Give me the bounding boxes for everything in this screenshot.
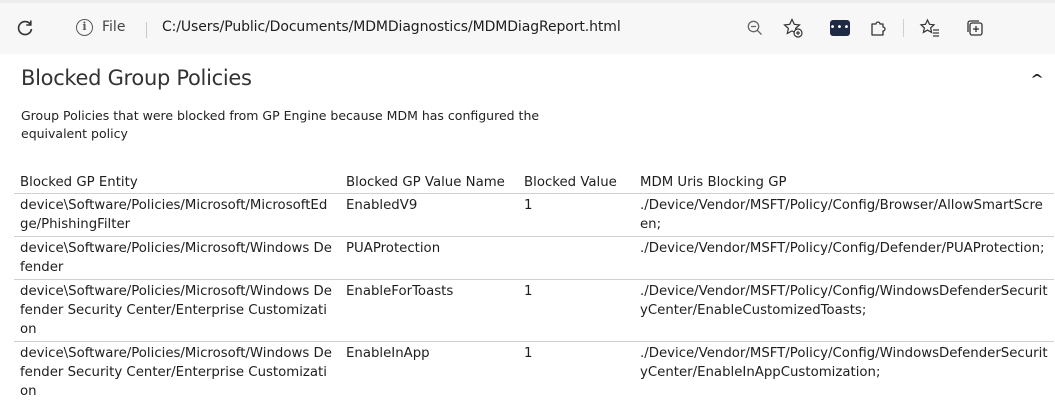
collapse-toggle[interactable]: ^ bbox=[1030, 72, 1044, 86]
cell-entity: device\Software/Policies/Microsoft/Windo… bbox=[20, 283, 332, 337]
cell-value: 1 bbox=[524, 283, 533, 299]
url-text[interactable]: C:/Users/Public/Documents/MDMDiagnostics… bbox=[162, 19, 621, 35]
collections-icon[interactable] bbox=[964, 17, 986, 39]
cell-value: 1 bbox=[524, 345, 533, 361]
address-separator bbox=[146, 22, 147, 38]
table-header-row: Blocked GP Entity Blocked GP Value Name … bbox=[14, 172, 1054, 193]
blocked-policies-table: Blocked GP Entity Blocked GP Value Name … bbox=[14, 172, 1054, 403]
toolbar-divider bbox=[0, 0, 1055, 3]
extension-icon[interactable]: ••• bbox=[829, 17, 851, 39]
header-mdm-uris: MDM Uris Blocking GP bbox=[640, 174, 787, 190]
file-label: File bbox=[102, 19, 126, 35]
info-icon[interactable]: i bbox=[76, 19, 93, 36]
favorites-icon[interactable] bbox=[919, 17, 941, 39]
cell-uri: ./Device/Vendor/MSFT/Policy/Config/Defen… bbox=[640, 240, 1045, 256]
table-row: device\Software/Policies/Microsoft/Windo… bbox=[14, 279, 1054, 341]
cell-value-name: EnableInApp bbox=[346, 345, 430, 361]
cell-uri: ./Device/Vendor/MSFT/Policy/Config/Brows… bbox=[640, 197, 1043, 232]
header-blocked-value: Blocked Value bbox=[524, 174, 617, 190]
toolbar-separator bbox=[903, 19, 904, 37]
extensions-puzzle-icon[interactable] bbox=[867, 17, 889, 39]
cell-entity: device\Software/Policies/Microsoft/Micro… bbox=[20, 197, 328, 232]
address-bar[interactable]: i File C:/Users/Public/Documents/MDMDiag… bbox=[64, 14, 840, 44]
cell-value: 1 bbox=[524, 197, 533, 213]
add-favorite-icon[interactable] bbox=[782, 17, 804, 39]
cell-value-name: PUAProtection bbox=[346, 240, 441, 256]
table-row: device\Software/Policies/Microsoft/Windo… bbox=[14, 341, 1054, 403]
cell-entity: device\Software/Policies/Microsoft/Windo… bbox=[20, 345, 332, 399]
cell-entity: device\Software/Policies/Microsoft/Windo… bbox=[20, 240, 332, 275]
header-blocked-gp-value-name: Blocked GP Value Name bbox=[346, 174, 505, 190]
section-description: Group Policies that were blocked from GP… bbox=[21, 108, 540, 141]
table-row: device\Software/Policies/Microsoft/Windo… bbox=[14, 236, 1054, 279]
browser-toolbar: i File C:/Users/Public/Documents/MDMDiag… bbox=[0, 0, 1055, 54]
refresh-icon[interactable] bbox=[14, 17, 36, 39]
zoom-out-icon[interactable] bbox=[744, 17, 766, 39]
cell-uri: ./Device/Vendor/MSFT/Policy/Config/Windo… bbox=[640, 345, 1048, 380]
table-row: device\Software/Policies/Microsoft/Micro… bbox=[14, 193, 1054, 236]
header-blocked-gp-entity: Blocked GP Entity bbox=[20, 174, 138, 190]
cell-value-name: EnabledV9 bbox=[346, 197, 418, 213]
cell-value bbox=[518, 236, 634, 279]
cell-uri: ./Device/Vendor/MSFT/Policy/Config/Windo… bbox=[640, 283, 1048, 318]
cell-value-name: EnableForToasts bbox=[346, 283, 454, 299]
section-title: Blocked Group Policies bbox=[21, 66, 252, 90]
